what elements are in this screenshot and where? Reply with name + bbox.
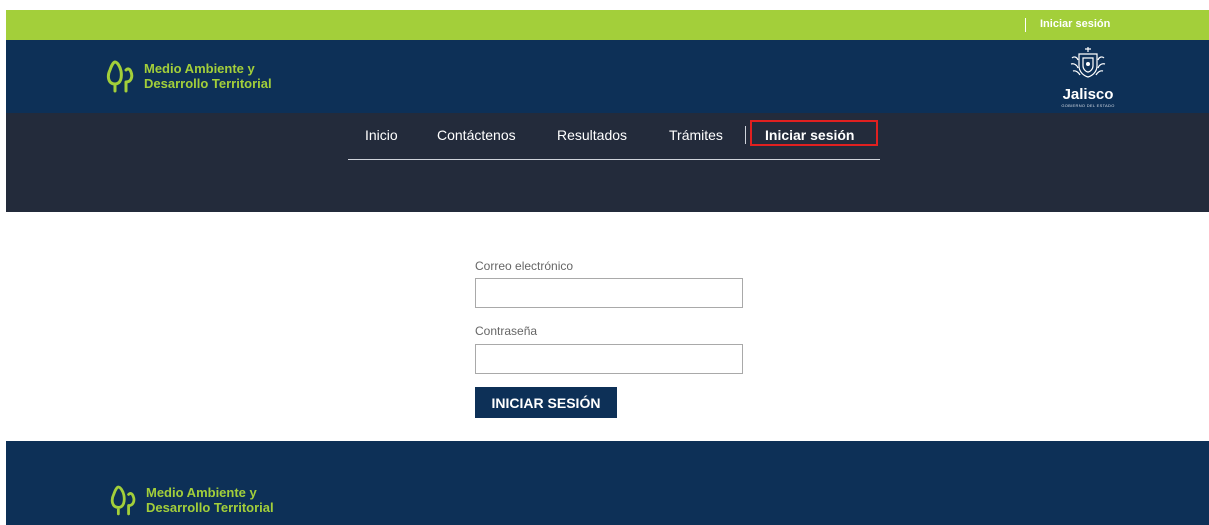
- password-input[interactable]: [475, 344, 743, 374]
- nav-separator: [745, 126, 746, 144]
- footer-logo-text: Medio Ambiente y Desarrollo Territorial: [146, 485, 274, 515]
- nav-item-inicio[interactable]: Inicio: [365, 127, 398, 143]
- coat-of-arms-icon: [1070, 47, 1106, 78]
- email-label: Correo electrónico: [475, 259, 574, 273]
- main-nav: Inicio Contáctenos Resultados Trámites I…: [348, 113, 880, 160]
- footer-logo-line-1: Medio Ambiente y: [146, 485, 257, 500]
- trees-icon: [110, 485, 136, 516]
- footer-logo: Medio Ambiente y Desarrollo Territorial: [110, 483, 274, 517]
- state-subtitle: GOBIERNO DEL ESTADO: [1061, 103, 1115, 108]
- site-footer: Medio Ambiente y Desarrollo Territorial: [6, 441, 1209, 525]
- page: Iniciar sesión Medio Ambiente y Desarrol…: [6, 0, 1209, 525]
- password-label: Contraseña: [475, 324, 538, 338]
- nav-item-iniciar-sesion[interactable]: Iniciar sesión: [765, 127, 854, 143]
- footer-logo-line-2: Desarrollo Territorial: [146, 500, 274, 515]
- trees-icon: [106, 60, 134, 93]
- nav-item-resultados[interactable]: Resultados: [557, 127, 627, 143]
- email-input[interactable]: [475, 278, 743, 308]
- state-name: Jalisco: [1062, 86, 1114, 103]
- logo-line-1: Medio Ambiente y: [144, 61, 255, 76]
- site-logo[interactable]: Medio Ambiente y Desarrollo Territorial: [106, 58, 272, 94]
- nav-item-tramites[interactable]: Trámites: [669, 127, 723, 143]
- state-logo: Jalisco GOBIERNO DEL ESTADO: [1056, 46, 1120, 108]
- nav-item-contactenos[interactable]: Contáctenos: [437, 127, 516, 143]
- site-header: Medio Ambiente y Desarrollo Territorial …: [6, 40, 1209, 113]
- logo-line-2: Desarrollo Territorial: [144, 76, 272, 91]
- topbar-separator: [1025, 18, 1026, 32]
- nav-band: Inicio Contáctenos Resultados Trámites I…: [6, 113, 1209, 212]
- topbar-login-link[interactable]: Iniciar sesión: [1040, 18, 1110, 30]
- logo-text: Medio Ambiente y Desarrollo Territorial: [144, 61, 272, 91]
- login-submit-button[interactable]: INICIAR SESIÓN: [475, 387, 617, 418]
- top-utility-bar: Iniciar sesión: [6, 10, 1209, 40]
